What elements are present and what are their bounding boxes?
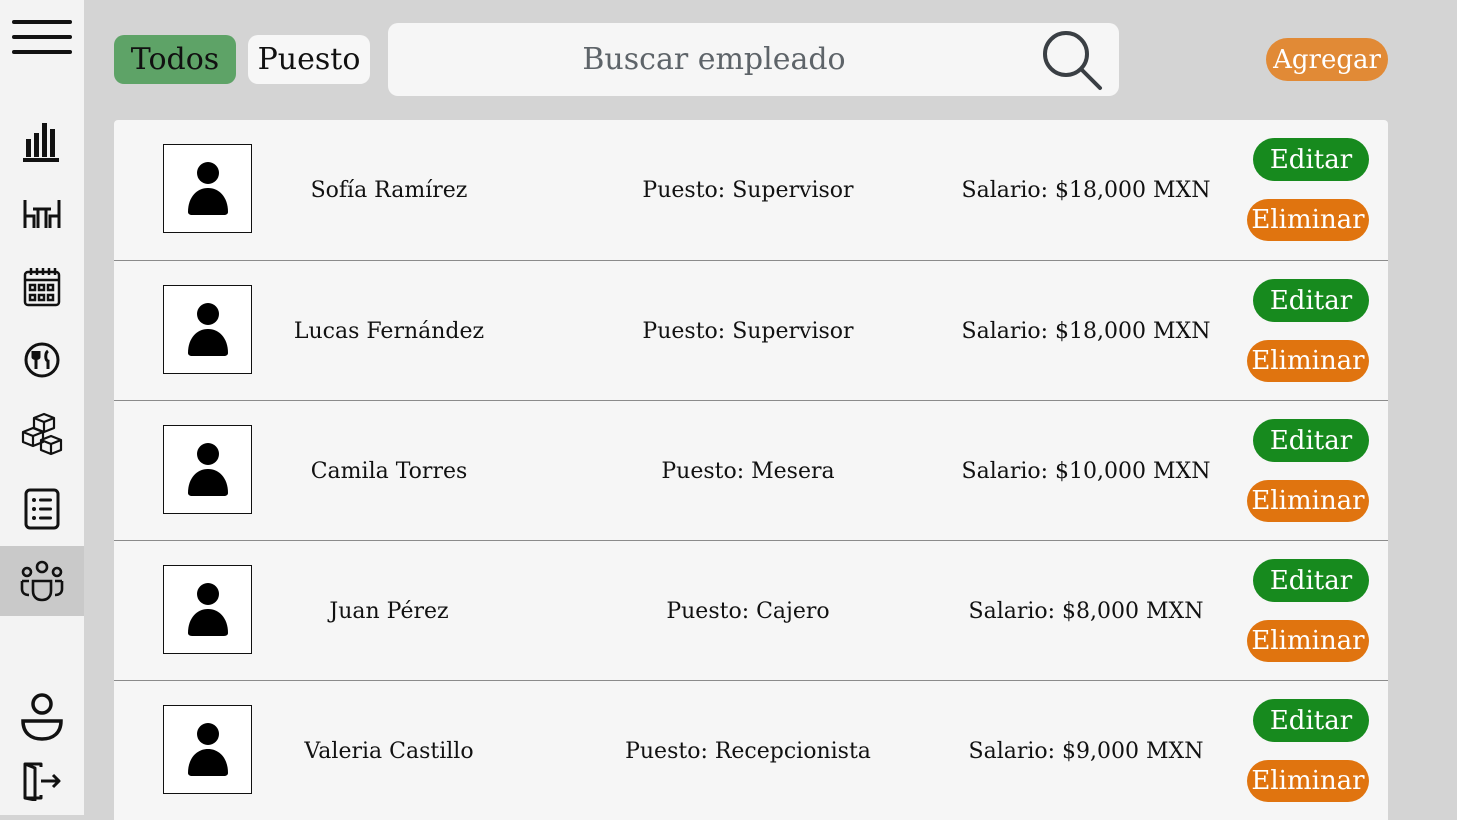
employee-row: Juan Pérez Puesto: Cajero Salario: $8,00… <box>114 540 1388 681</box>
delete-button[interactable]: Eliminar <box>1247 480 1369 522</box>
sidebar <box>0 0 84 815</box>
employee-salary: Salario: $9,000 MXN <box>968 738 1204 764</box>
sidebar-item-inventory[interactable] <box>0 399 84 469</box>
person-icon <box>187 722 228 776</box>
sidebar-item-tables[interactable] <box>0 179 84 249</box>
delete-button[interactable]: Eliminar <box>1247 760 1369 802</box>
dish-icon <box>24 342 60 378</box>
avatar <box>163 565 252 654</box>
logout-icon <box>23 762 61 801</box>
menu-icon <box>12 20 72 54</box>
employee-salary: Salario: $18,000 MXN <box>961 318 1211 344</box>
search-icon[interactable] <box>1040 28 1104 92</box>
bar-chart-icon <box>23 123 59 162</box>
sidebar-item-orders[interactable] <box>0 474 84 544</box>
employees-icon <box>20 560 64 602</box>
avatar <box>163 425 252 514</box>
edit-button[interactable]: Editar <box>1253 559 1369 602</box>
employee-name: Sofía Ramírez <box>310 177 468 203</box>
sidebar-item-dashboard[interactable] <box>0 106 84 176</box>
employee-list: Sofía Ramírez Puesto: Supervisor Salario… <box>114 120 1388 820</box>
calendar-icon <box>23 268 61 307</box>
edit-button[interactable]: Editar <box>1253 699 1369 742</box>
avatar <box>163 285 252 374</box>
search-input[interactable]: Buscar empleado <box>388 23 1040 96</box>
employee-row: Valeria Castillo Puesto: Recepcionista S… <box>114 680 1388 820</box>
sidebar-item-menu[interactable] <box>0 325 84 395</box>
person-icon <box>187 302 228 356</box>
employee-row: Lucas Fernández Puesto: Supervisor Salar… <box>114 260 1388 401</box>
employee-salary: Salario: $18,000 MXN <box>961 177 1211 203</box>
add-employee-button[interactable]: Agregar <box>1266 38 1388 81</box>
tables-icon <box>23 200 61 228</box>
search-bar[interactable]: Buscar empleado <box>388 23 1119 96</box>
edit-button[interactable]: Editar <box>1253 419 1369 462</box>
sidebar-item-calendar[interactable] <box>0 252 84 322</box>
employee-position: Puesto: Mesera <box>661 458 835 484</box>
employee-row: Camila Torres Puesto: Mesera Salario: $1… <box>114 400 1388 541</box>
employee-name: Valeria Castillo <box>304 738 474 764</box>
employee-position: Puesto: Recepcionista <box>625 738 871 764</box>
person-icon <box>187 161 228 215</box>
employee-salary: Salario: $10,000 MXN <box>961 458 1211 484</box>
employee-name: Camila Torres <box>310 458 468 484</box>
boxes-icon <box>21 412 63 456</box>
avatar <box>163 705 252 794</box>
menu-button[interactable] <box>0 2 84 72</box>
avatar <box>163 144 252 233</box>
list-icon <box>24 488 60 530</box>
filter-todos-button[interactable]: Todos <box>114 35 236 84</box>
employee-position: Puesto: Cajero <box>666 598 830 624</box>
sidebar-item-employees[interactable] <box>0 546 84 616</box>
person-icon <box>187 582 228 636</box>
edit-button[interactable]: Editar <box>1253 138 1369 181</box>
edit-button[interactable]: Editar <box>1253 279 1369 322</box>
employee-name: Juan Pérez <box>329 598 449 624</box>
employee-row: Sofía Ramírez Puesto: Supervisor Salario… <box>114 120 1388 260</box>
delete-button[interactable]: Eliminar <box>1247 620 1369 662</box>
employee-salary: Salario: $8,000 MXN <box>968 598 1204 624</box>
employee-position: Puesto: Supervisor <box>642 177 854 203</box>
employee-position: Puesto: Supervisor <box>642 318 854 344</box>
filter-puesto-button[interactable]: Puesto <box>248 35 370 84</box>
delete-button[interactable]: Eliminar <box>1247 199 1369 241</box>
logout-button[interactable] <box>0 746 84 816</box>
sidebar-item-profile[interactable] <box>0 682 84 752</box>
person-icon <box>187 442 228 496</box>
delete-button[interactable]: Eliminar <box>1247 340 1369 382</box>
user-icon <box>21 693 63 741</box>
employee-name: Lucas Fernández <box>293 318 485 344</box>
